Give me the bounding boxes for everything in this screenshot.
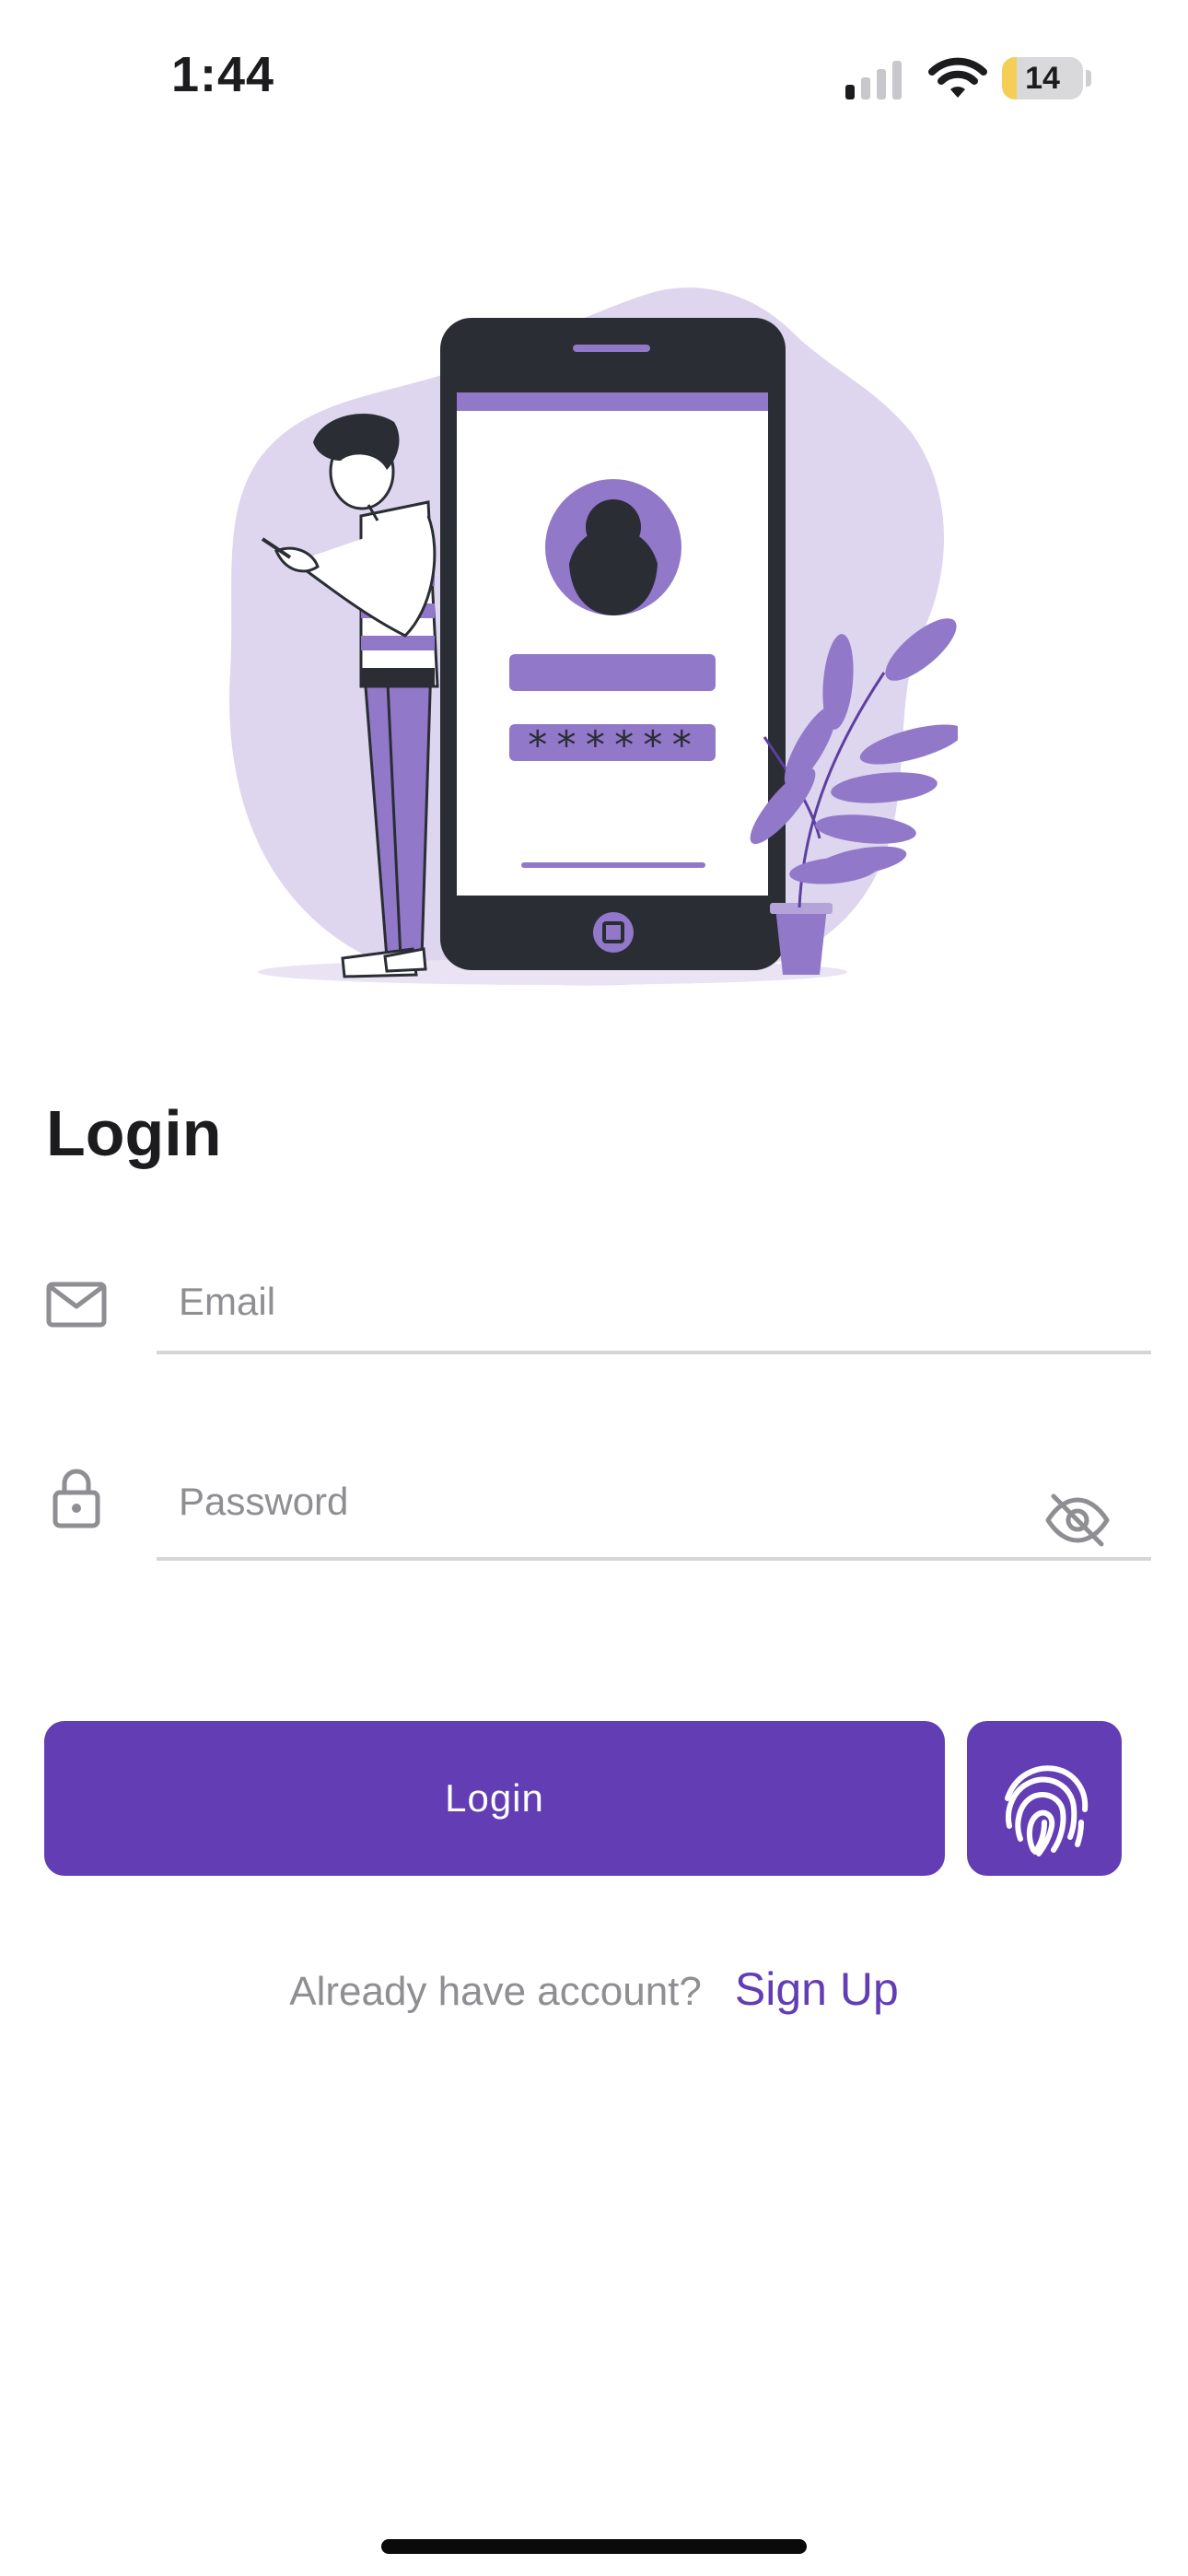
- page-title: Login: [46, 1097, 222, 1169]
- status-bar: 1:44 14: [0, 0, 1188, 157]
- battery-icon: 14: [1002, 57, 1083, 100]
- home-indicator[interactable]: [381, 2539, 807, 2554]
- status-time: 1:44: [171, 47, 275, 102]
- cellular-signal-icon: [845, 61, 902, 100]
- login-button[interactable]: Login: [44, 1721, 945, 1876]
- signup-prompt: Already have account?: [289, 1969, 702, 2014]
- battery-level: 14: [1025, 61, 1060, 96]
- fingerprint-login-button[interactable]: [967, 1721, 1122, 1876]
- password-input[interactable]: [157, 1446, 1151, 1561]
- password-field-row: [0, 1446, 1188, 1566]
- status-icons: 14: [844, 57, 1092, 103]
- sign-up-link[interactable]: Sign Up: [735, 1963, 899, 2015]
- phone-password-mask: ******: [526, 722, 699, 767]
- signup-row: Already have account? Sign Up: [0, 1962, 1188, 2016]
- email-input[interactable]: [157, 1253, 1151, 1354]
- fingerprint-icon: [1005, 1765, 1089, 1856]
- phone-illustration: ******: [440, 318, 786, 970]
- email-field-row: [0, 1253, 1188, 1354]
- lock-icon: [52, 1469, 100, 1528]
- mail-icon: [46, 1282, 107, 1328]
- eye-off-icon[interactable]: [1041, 1483, 1114, 1557]
- login-illustration: ******: [229, 287, 958, 986]
- wifi-icon: [928, 57, 987, 98]
- battery-cap: [1086, 70, 1091, 87]
